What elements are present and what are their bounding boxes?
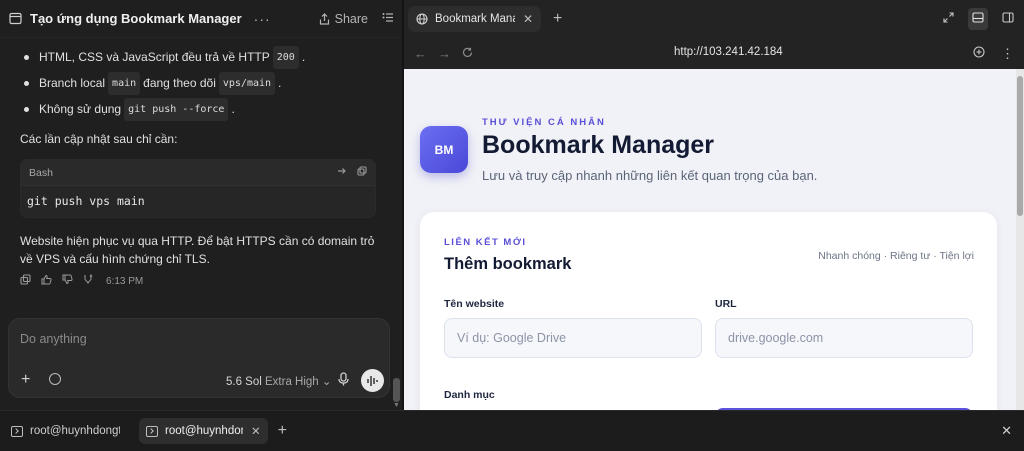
- terminal-tab-label: root@huynhdongth: [30, 425, 120, 437]
- close-terminal-icon[interactable]: ✕: [251, 424, 261, 438]
- chat-header: Tạo ứng dụng Bookmark Manager ··· Share: [0, 0, 402, 38]
- emoji-icon[interactable]: [49, 373, 61, 385]
- bullet-text: HTML, CSS và JavaScript đều trả về HTTP: [39, 49, 270, 64]
- model-name: 5.6 Sol: [226, 376, 262, 388]
- app-window: Tạo ứng dụng Bookmark Manager ··· Share …: [0, 0, 1024, 451]
- add-annotation-icon[interactable]: [973, 46, 985, 62]
- page-scrollbar[interactable]: [1016, 69, 1024, 410]
- address-bar[interactable]: http://103.241.42.184: [674, 46, 783, 58]
- bullet-text: .: [231, 101, 235, 116]
- bullet-text: đang theo dõi: [143, 75, 216, 90]
- sidebar-toggle-icon[interactable]: [8, 12, 22, 26]
- close-tab-icon[interactable]: ✕: [523, 12, 533, 26]
- forward-icon[interactable]: →: [438, 46, 462, 61]
- card-eyebrow: LIÊN KẾT MỚI: [444, 237, 527, 248]
- reload-icon[interactable]: [462, 46, 486, 61]
- chevron-down-icon: ⌄: [321, 376, 332, 388]
- globe-icon: [416, 13, 428, 25]
- card-tagline: Nhanh chóng · Riêng tư · Tiện lợi: [818, 250, 974, 262]
- sidebar-layout-icon[interactable]: [1002, 10, 1014, 28]
- chat-scrollbar[interactable]: [393, 378, 400, 402]
- panel-layout-icon[interactable]: [968, 8, 988, 30]
- list-item: Branch local main đang theo dõi vps/main…: [20, 70, 392, 96]
- run-icon[interactable]: [337, 166, 347, 179]
- bullet-text: Không sử dụng: [39, 101, 122, 116]
- terminal-tabbar: root@huynhdongth root@huynhdon ✕ + ✕: [0, 410, 1024, 451]
- composer-input[interactable]: Do anything: [20, 332, 87, 346]
- scroll-down-icon[interactable]: ▼: [393, 402, 400, 409]
- list-item: HTML, CSS và JavaScript đều trả về HTTP …: [20, 44, 392, 70]
- back-icon[interactable]: ←: [414, 46, 438, 61]
- page-scrollbar-thumb[interactable]: [1017, 76, 1023, 216]
- browser-tabbar: Bookmark Manager ✕ +: [404, 0, 1024, 38]
- inline-code: 200: [272, 45, 299, 69]
- add-attachment-icon[interactable]: +: [21, 372, 30, 388]
- web-page: BM THƯ VIỆN CÁ NHÂN Bookmark Manager Lưu…: [404, 69, 1024, 410]
- hero-eyebrow: THƯ VIỆN CÁ NHÂN: [482, 117, 606, 128]
- code-block-header: Bash: [21, 160, 375, 186]
- bullet-text: .: [278, 75, 282, 90]
- terminal-icon: [11, 425, 23, 437]
- chat-title: Tạo ứng dụng Bookmark Manager: [30, 11, 242, 26]
- more-options-button[interactable]: ···: [254, 11, 271, 27]
- page-title: Bookmark Manager: [482, 131, 715, 159]
- close-panel-icon[interactable]: ✕: [1001, 423, 1012, 439]
- copy-message-icon[interactable]: [20, 274, 31, 288]
- bullet-text: .: [301, 49, 306, 64]
- navbar-actions: ⋮: [973, 46, 1014, 62]
- voice-mode-button[interactable]: [361, 369, 384, 392]
- share-label: Share: [334, 11, 368, 26]
- app-logo: BM: [420, 126, 468, 173]
- add-bookmark-card: LIÊN KẾT MỚI Thêm bookmark Nhanh chóng ·…: [420, 212, 997, 410]
- code-language: Bash: [29, 166, 53, 179]
- share-button[interactable]: Share: [319, 12, 368, 26]
- message-paragraph: Các lần cập nhật sau chỉ cần:: [20, 132, 178, 146]
- website-name-input[interactable]: Ví dụ: Google Drive: [444, 318, 702, 358]
- waveform-icon: [367, 375, 378, 386]
- thumbs-down-icon[interactable]: [62, 274, 73, 288]
- inline-code: vps/main: [218, 71, 276, 95]
- model-selector[interactable]: 5.6 Sol Extra High ⌄: [226, 374, 332, 388]
- message-paragraph: Website hiện phục vụ qua HTTP. Để bật HT…: [20, 234, 375, 266]
- message-actions: 6:13 PM: [20, 274, 392, 288]
- thumbs-up-icon[interactable]: [41, 274, 52, 288]
- new-tab-icon[interactable]: +: [553, 10, 562, 28]
- inline-code: main: [108, 71, 141, 95]
- url-input[interactable]: drive.google.com: [715, 318, 973, 358]
- outline-icon[interactable]: [382, 10, 394, 28]
- terminal-tab-active[interactable]: root@huynhdon ✕: [139, 418, 268, 444]
- category-label: Danh mục: [444, 389, 495, 401]
- browser-tab[interactable]: Bookmark Manager ✕: [408, 6, 541, 32]
- composer[interactable]: Do anything + 5.6 Sol Extra High ⌄: [8, 318, 390, 398]
- fork-icon[interactable]: [83, 274, 94, 288]
- more-vertical-icon[interactable]: ⋮: [1001, 46, 1014, 62]
- chat-pane: Tạo ứng dụng Bookmark Manager ··· Share …: [0, 0, 402, 410]
- reasoning-effort: Extra High: [265, 376, 319, 388]
- browser-pane: Bookmark Manager ✕ + ← →: [404, 0, 1024, 410]
- page-subtitle: Lưu và truy cập nhanh những liên kết qua…: [482, 168, 818, 183]
- copy-icon[interactable]: [357, 166, 367, 179]
- inline-code: git push --force: [124, 97, 229, 121]
- bullet-list: HTML, CSS và JavaScript đều trả về HTTP …: [20, 44, 392, 122]
- list-item: Không sử dụng git push --force .: [20, 96, 392, 122]
- terminal-tab[interactable]: root@huynhdongth: [4, 418, 127, 444]
- expand-icon[interactable]: [943, 10, 954, 28]
- share-icon: [319, 12, 329, 25]
- code-content: git push vps main: [27, 194, 145, 208]
- card-title: Thêm bookmark: [444, 255, 572, 273]
- terminal-tab-label: root@huynhdon: [165, 425, 243, 437]
- terminal-icon: [146, 425, 158, 437]
- tab-title: Bookmark Manager: [435, 13, 515, 25]
- website-name-label: Tên website: [444, 298, 505, 310]
- code-block: Bash git push vps main: [20, 159, 376, 218]
- url-label: URL: [715, 298, 737, 310]
- microphone-icon[interactable]: [338, 372, 349, 391]
- bullet-text: Branch local: [39, 75, 106, 90]
- browser-window-controls: [943, 8, 1024, 30]
- message-timestamp: 6:13 PM: [106, 275, 144, 287]
- new-terminal-icon[interactable]: +: [278, 422, 287, 440]
